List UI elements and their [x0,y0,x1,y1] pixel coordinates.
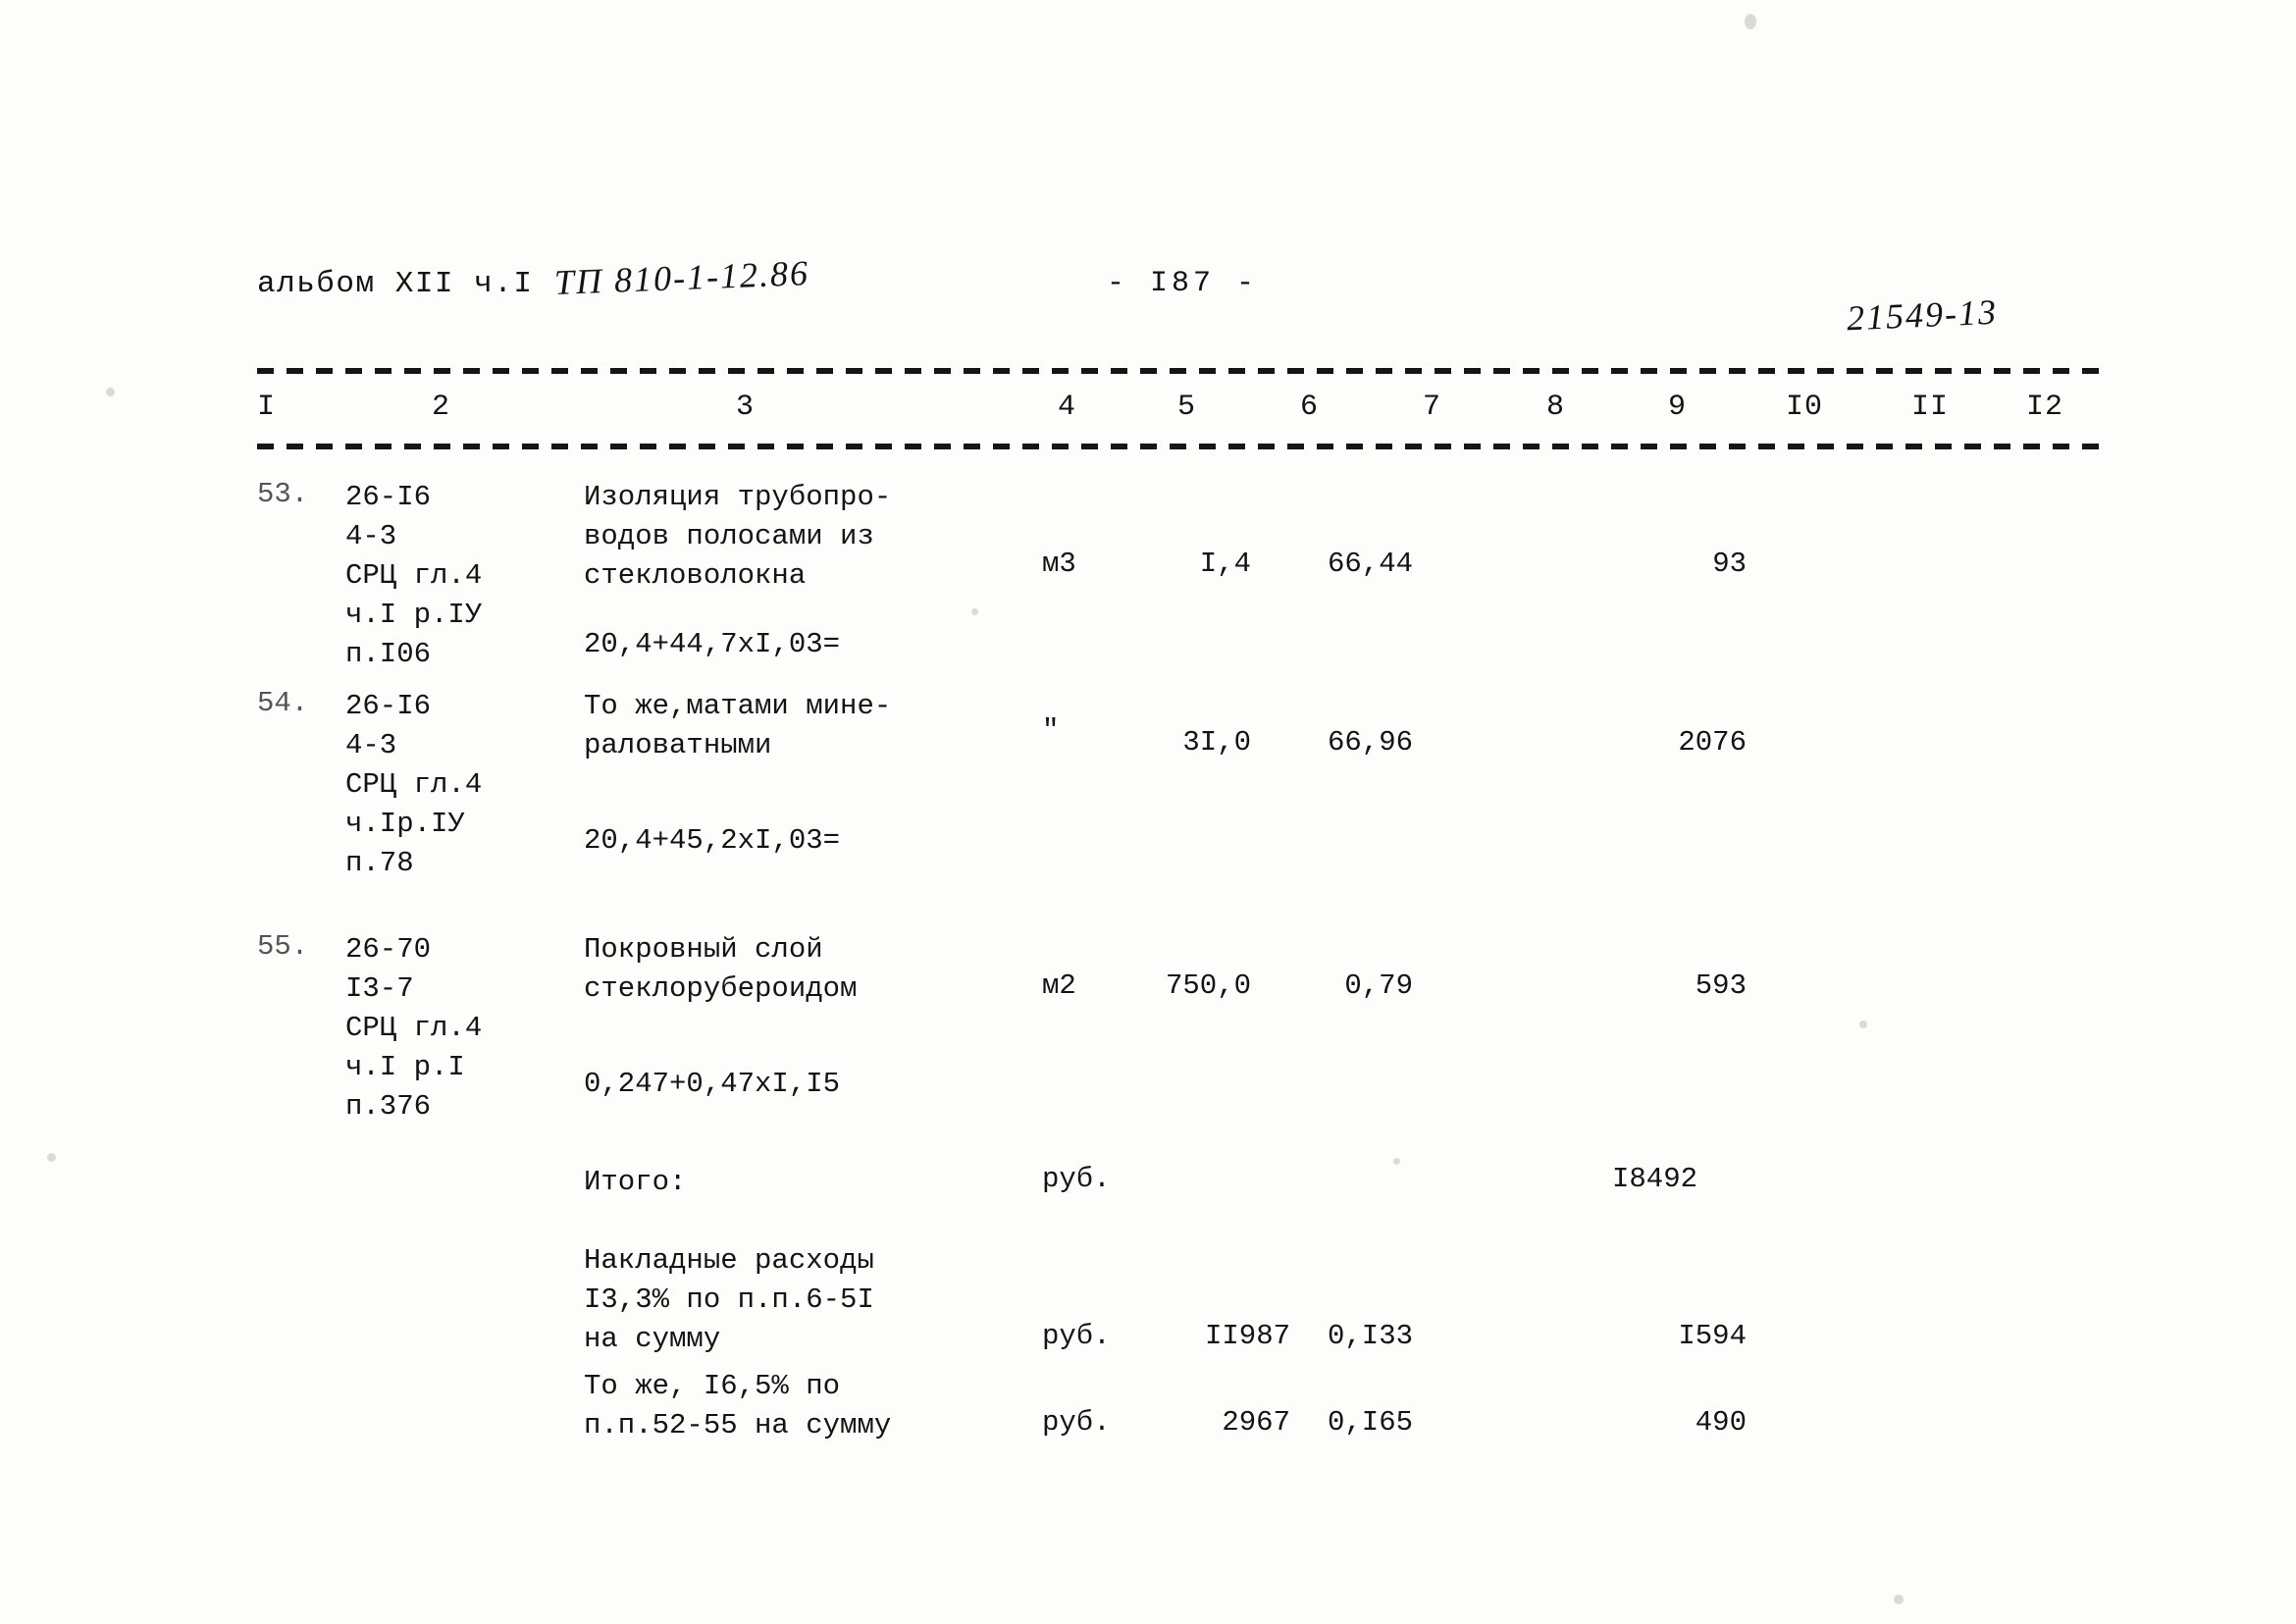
row-unit: м2 [1042,969,1076,1002]
column-number-10: I0 [1786,391,1824,424]
summary-total: I8492 [1611,1163,1697,1195]
summary-label: Итого: [584,1166,687,1198]
row-quantity: I,4 [1199,548,1251,580]
scan-speck [1894,1595,1904,1604]
row-total: 593 [1695,969,1747,1002]
row-total: 93 [1712,548,1747,580]
document-number-handwritten: 21549-13 [1846,291,1999,339]
row-description: Изоляция трубопро- водов полосами из сте… [584,481,892,592]
summary-unit: руб. [1042,1320,1111,1352]
row-price: 0,79 [1344,969,1413,1002]
scan-speck [106,388,115,396]
summary-rate: 0,I33 [1327,1320,1413,1352]
column-number-7: 7 [1423,391,1442,424]
row-quantity: 750,0 [1165,969,1251,1002]
row-formula: 0,247+0,47хI,I5 [584,1068,841,1100]
column-number-12: I2 [2026,391,2064,424]
scan-speck [1745,14,1756,29]
column-number-5: 5 [1177,391,1197,424]
scan-speck [1859,1021,1867,1028]
row-formula: 20,4+45,2хI,03= [584,824,841,857]
scan-speck [971,608,978,615]
tp-code-handwritten: ТП 810-1-12.86 [553,253,810,302]
row-index: 54. [257,687,309,719]
column-number-4: 4 [1058,391,1077,424]
row-price: 66,44 [1327,548,1413,580]
column-number-6: 6 [1300,391,1320,424]
summary-unit: руб. [1042,1406,1111,1439]
row-description: Покровный слой стеклорубероидом [584,933,858,1005]
row-formula: 20,4+44,7хI,03= [584,628,841,660]
column-number-3: 3 [736,391,756,424]
summary-total: 490 [1695,1406,1747,1439]
row-description: То же,матами мине- раловатными [584,690,892,761]
page-number: - I87 - [1107,267,1259,300]
row-index: 55. [257,930,309,963]
row-code: 26-70 I3-7 СРЦ гл.4 ч.I р.I п.376 [345,933,483,1123]
summary-total: I594 [1678,1320,1747,1352]
column-number-8: 8 [1546,391,1566,424]
row-price: 66,96 [1327,726,1413,759]
table-rule-bottom [257,444,2107,449]
summary-label: Накладные расходы I3,3% по п.п.6-5I на с… [584,1244,874,1355]
table-rule-top [257,368,2107,374]
scan-speck [1393,1158,1400,1165]
summary-label: То же, I6,5% по п.п.52-55 на сумму [584,1370,892,1441]
row-quantity: 3I,0 [1182,726,1251,759]
summary-unit: руб. [1042,1163,1111,1195]
row-total: 2076 [1678,726,1747,759]
summary-rate: 0,I65 [1327,1406,1413,1439]
scanned-page: альбом XII ч.I ТП 810-1-12.86 - I87 - 21… [0,0,2296,1624]
row-index: 53. [257,478,309,510]
column-number-11: II [1911,391,1950,424]
album-label: альбом XII ч.I [257,267,534,301]
row-unit: м3 [1042,548,1076,580]
row-code: 26-I6 4-3 СРЦ гл.4 ч.Iр.IУ п.78 [345,690,483,879]
column-number-2: 2 [432,391,451,424]
row-unit: " [1042,714,1060,747]
column-number-1: I [257,391,277,424]
row-code: 26-I6 4-3 СРЦ гл.4 ч.I р.IУ п.I06 [345,481,483,670]
column-number-9: 9 [1668,391,1688,424]
scan-speck [47,1153,56,1162]
